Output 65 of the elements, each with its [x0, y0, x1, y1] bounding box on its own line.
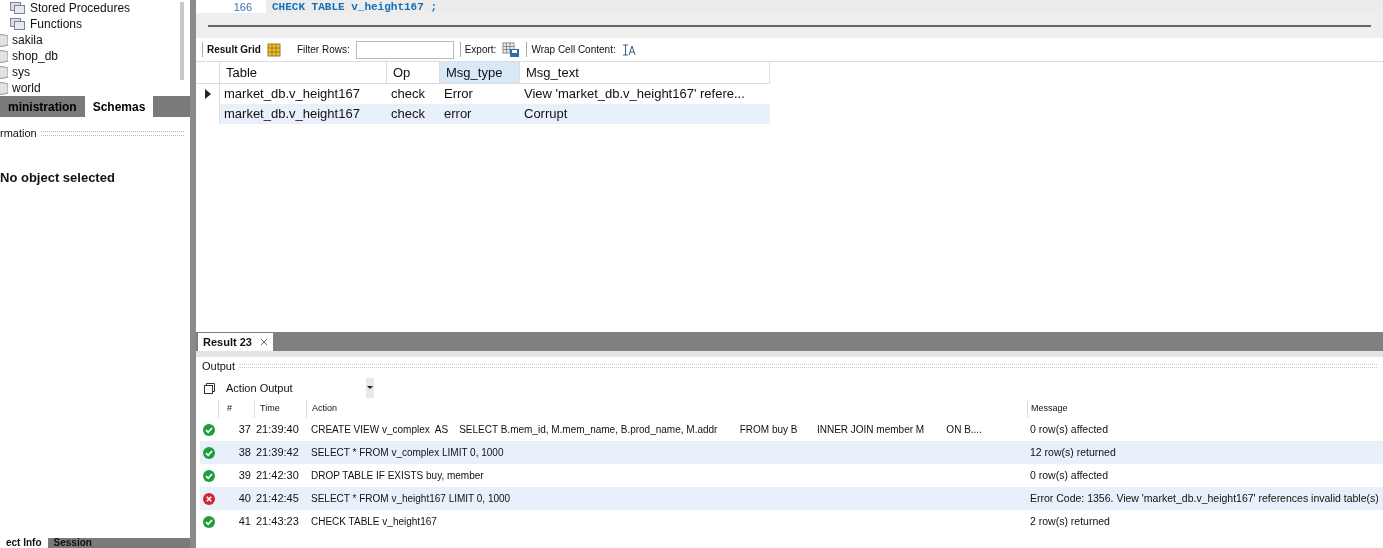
result-tab[interactable]: Result 23: [198, 333, 273, 351]
table-cell: check: [387, 104, 440, 124]
table-cell-text: 21:39:40: [255, 422, 300, 438]
panel-tab[interactable]: Schemas: [84, 96, 154, 117]
toolbar-label: Filter Rows:: [296, 43, 350, 57]
table-cell: Error Code: 1356. View 'market_db.v_height167' references invalid table(s): [1030, 492, 1379, 505]
grid-columns-icon: [266, 42, 281, 57]
table-cell: SELECT * FROM v_height167 LIMIT 0, 1000: [311, 493, 511, 505]
horizontal-scrollbar[interactable]: [208, 24, 1371, 27]
code-line: CHECK TABLE v_height167 ;: [272, 0, 438, 13]
dropdown-caret-icon[interactable]: [366, 378, 374, 398]
table-cell-text: 40: [237, 491, 252, 507]
table-cell: 0 row(s) affected: [1030, 469, 1108, 482]
tree-item[interactable]: Stored Procedures: [30, 0, 131, 17]
column-header[interactable]: Msg_type: [440, 62, 520, 83]
database-icon: [0, 65, 8, 79]
toolbar-label: Result Grid: [202, 42, 261, 57]
panel-title: Output: [202, 358, 236, 374]
export-icon[interactable]: [502, 41, 521, 58]
table-cell: 12 row(s) returned: [1030, 446, 1116, 459]
panel-tab[interactable]: ect Info: [0, 538, 48, 548]
table-cell: CREATE VIEW v_complex AS SELECT B.mem_id, M.mem_name, B.prod_name, M.addr FROM buy B INNER JOIN member M ON B....: [311, 424, 982, 436]
table-cell-text: 21:42:30: [255, 468, 300, 484]
table-cell: Corrupt: [520, 104, 770, 124]
table-cell: CHECK TABLE v_height167: [311, 516, 437, 528]
section-header: rmation: [0, 125, 37, 141]
copy-icon[interactable]: [204, 382, 216, 394]
table-cell: DROP TABLE IF EXISTS buy, member: [311, 470, 484, 482]
table-cell: SELECT * FROM v_complex LIMIT 0, 1000: [311, 447, 504, 459]
toolbar-label: Wrap Cell Content:: [526, 42, 616, 57]
error-icon: [203, 492, 215, 505]
success-icon: [203, 446, 215, 459]
scrollbar[interactable]: [180, 2, 184, 80]
success-icon: [203, 423, 215, 436]
filter-field[interactable]: [355, 40, 454, 59]
table-cell-text: 21:43:23: [255, 514, 300, 530]
info-text: No object selected: [0, 170, 115, 185]
line-number: 166: [232, 0, 253, 13]
current-row-icon: [204, 89, 211, 99]
folder-icon: [10, 18, 26, 30]
success-icon: [203, 469, 215, 482]
output-select[interactable]: Action Output: [226, 378, 374, 398]
table-cell-text: 21:42:45: [255, 491, 300, 507]
success-icon: [203, 515, 215, 528]
table-cell: error: [440, 104, 520, 124]
database-icon: [0, 33, 8, 47]
tree-item[interactable]: Functions: [30, 15, 83, 33]
wrap-text-icon[interactable]: [621, 43, 636, 56]
tree-item[interactable]: sakila: [12, 31, 43, 49]
tree-item[interactable]: shop_db: [12, 47, 59, 65]
database-icon: [0, 81, 8, 95]
table-cell: market_db.v_height167: [220, 104, 387, 124]
table-cell-text: 37: [237, 422, 252, 438]
table-cell: 0 row(s) affected: [1030, 423, 1108, 436]
tree-item[interactable]: world: [12, 79, 41, 97]
table-cell-text: 41: [237, 514, 252, 530]
table-cell-text: 38: [237, 445, 252, 461]
folder-icon: [10, 2, 26, 14]
database-icon: [0, 49, 8, 63]
table-cell-text: 21:39:42: [255, 445, 300, 461]
tree-item[interactable]: sys: [12, 63, 30, 81]
close-icon[interactable]: [259, 338, 268, 346]
table-cell: 2 row(s) returned: [1030, 515, 1110, 528]
toolbar-label: Export:: [459, 42, 497, 57]
table-cell-text: 39: [237, 468, 252, 484]
